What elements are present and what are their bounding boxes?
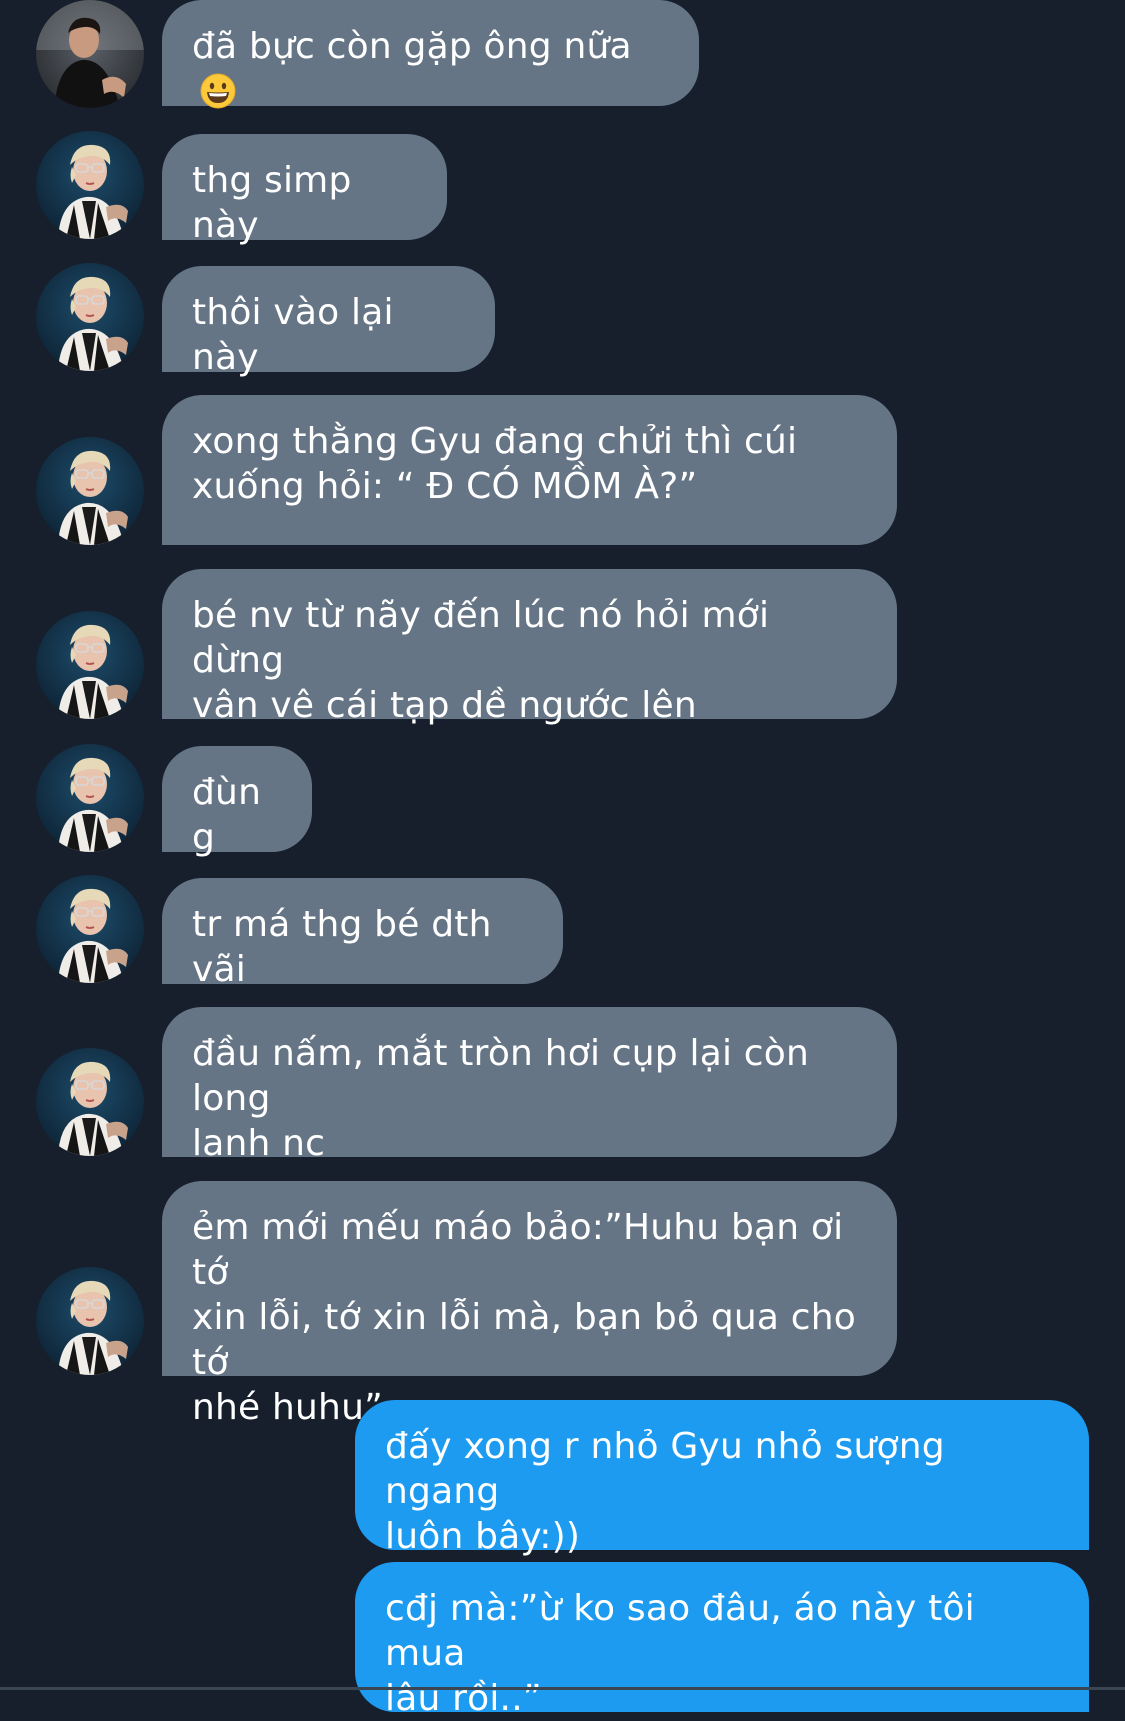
avatar-photo [36, 263, 144, 371]
message-text: đã bực còn gặp ông nữa [192, 26, 632, 67]
avatar-photo [36, 131, 144, 239]
message-text: thg simp này [192, 160, 364, 246]
received-message-bubble[interactable]: thôi vào lại này [162, 266, 495, 378]
sender-avatar[interactable] [36, 263, 144, 371]
sender-avatar[interactable] [36, 875, 144, 983]
sender-avatar[interactable] [36, 1048, 144, 1156]
grinning-face-emoji [200, 73, 236, 109]
received-message-bubble[interactable]: đã bực còn gặp ông nữa [162, 0, 699, 109]
received-message-bubble[interactable]: thg simp này [162, 134, 447, 246]
sender-avatar[interactable] [36, 1267, 144, 1375]
avatar-photo [36, 744, 144, 852]
sender-avatar[interactable] [36, 611, 144, 719]
received-message-bubble[interactable]: xong thằng Gyu đang chửi thì cúi xuống h… [162, 395, 897, 545]
received-message-bubble[interactable]: bé nv từ nãy đến lúc nó hỏi mới dừng vân… [162, 569, 897, 726]
received-message-bubble[interactable]: tr má thg bé dth vãi [162, 878, 563, 990]
message-text: đùng [192, 772, 262, 858]
message-text: bé nv từ nãy đến lúc nó hỏi mới dừng vân… [192, 595, 770, 726]
avatar-photo [36, 1267, 144, 1375]
received-message-bubble[interactable]: đùng [162, 746, 312, 858]
message-thread: đã bực còn gặp ông nữa thg simp này thôi… [0, 0, 1125, 1719]
sender-avatar[interactable] [36, 437, 144, 545]
received-message-bubble[interactable]: ẻm mới mếu máo bảo:”Huhu bạn ơi tớ xin l… [162, 1181, 897, 1428]
avatar-photo [36, 0, 144, 108]
message-text: xong thằng Gyu đang chửi thì cúi xuống h… [192, 421, 798, 507]
sender-avatar[interactable] [36, 744, 144, 852]
sender-avatar[interactable] [36, 131, 144, 239]
avatar-photo [36, 1048, 144, 1156]
message-text: đầu nấm, mắt tròn hơi cụp lại còn long l… [192, 1033, 810, 1164]
message-text: thôi vào lại này [192, 292, 406, 378]
sent-message-bubble[interactable]: đấy xong r nhỏ Gyu nhỏ sượng ngang luôn … [355, 1400, 1089, 1557]
sender-avatar[interactable] [36, 0, 144, 108]
message-text: cđj mà:”ừ ko sao đâu, áo này tôi mua lâu… [385, 1588, 975, 1719]
message-text: tr má thg bé dth vãi [192, 904, 504, 990]
received-message-bubble[interactable]: đầu nấm, mắt tròn hơi cụp lại còn long l… [162, 1007, 897, 1164]
avatar-photo [36, 437, 144, 545]
avatar-photo [36, 875, 144, 983]
avatar-photo [36, 611, 144, 719]
message-text: ẻm mới mếu máo bảo:”Huhu bạn ơi tớ xin l… [192, 1207, 857, 1428]
message-text: đấy xong r nhỏ Gyu nhỏ sượng ngang luôn … [385, 1426, 945, 1557]
